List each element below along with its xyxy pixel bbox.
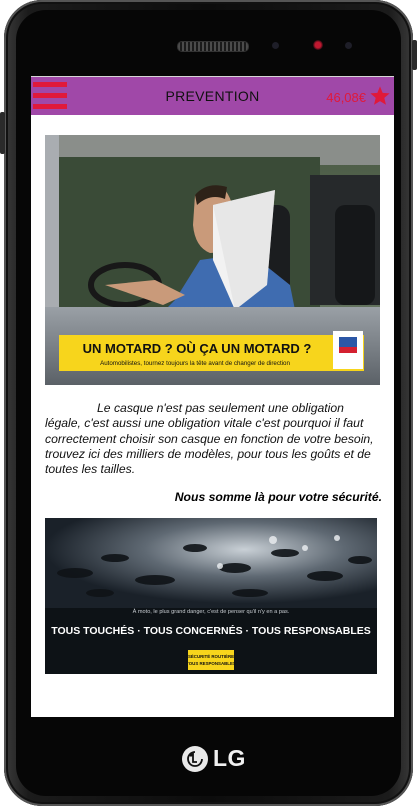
lg-logo: LG [182, 745, 246, 772]
light-sensor [345, 42, 352, 49]
banner1-headline: UN MOTARD ? OÙ ÇA UN MOTARD ? [83, 341, 312, 356]
banner1-subline: Automobilistes, tournez toujours la tête… [100, 360, 290, 367]
lg-face-icon [182, 745, 208, 772]
description-paragraph: Le casque n'est pas seulement une obliga… [45, 401, 374, 477]
badge-line2: TOUS RESPONSABLES [186, 661, 236, 666]
app-screen: PREVENTION 46,08€ UN MOTARD ? OÙ ÇA UN M… [31, 76, 394, 717]
prevention-banner-motard: UN MOTARD ? OÙ ÇA UN MOTARD ? Automobili… [45, 135, 380, 385]
star-icon[interactable] [369, 85, 391, 107]
cart-total[interactable]: 46,08€ [326, 90, 366, 105]
badge-line1: SÉCURITÉ ROUTIÈRE [188, 654, 234, 659]
earpiece-speaker [177, 41, 249, 52]
brand-label: LG [213, 745, 246, 771]
banner2-caption: À moto, le plus grand danger, c'est de p… [133, 608, 290, 615]
power-button [0, 112, 5, 154]
volume-button [412, 40, 417, 70]
prevention-banner-tous-responsables: À moto, le plus grand danger, c'est de p… [45, 518, 377, 674]
top-app-bar: PREVENTION 46,08€ [31, 76, 394, 115]
proximity-sensor [272, 42, 279, 49]
banner2-slogan: TOUS TOUCHÉS · TOUS CONCERNÉS · TOUS RES… [51, 624, 371, 637]
tagline: Nous somme là pour votre sécurité. [174, 490, 382, 504]
front-camera [313, 40, 323, 50]
